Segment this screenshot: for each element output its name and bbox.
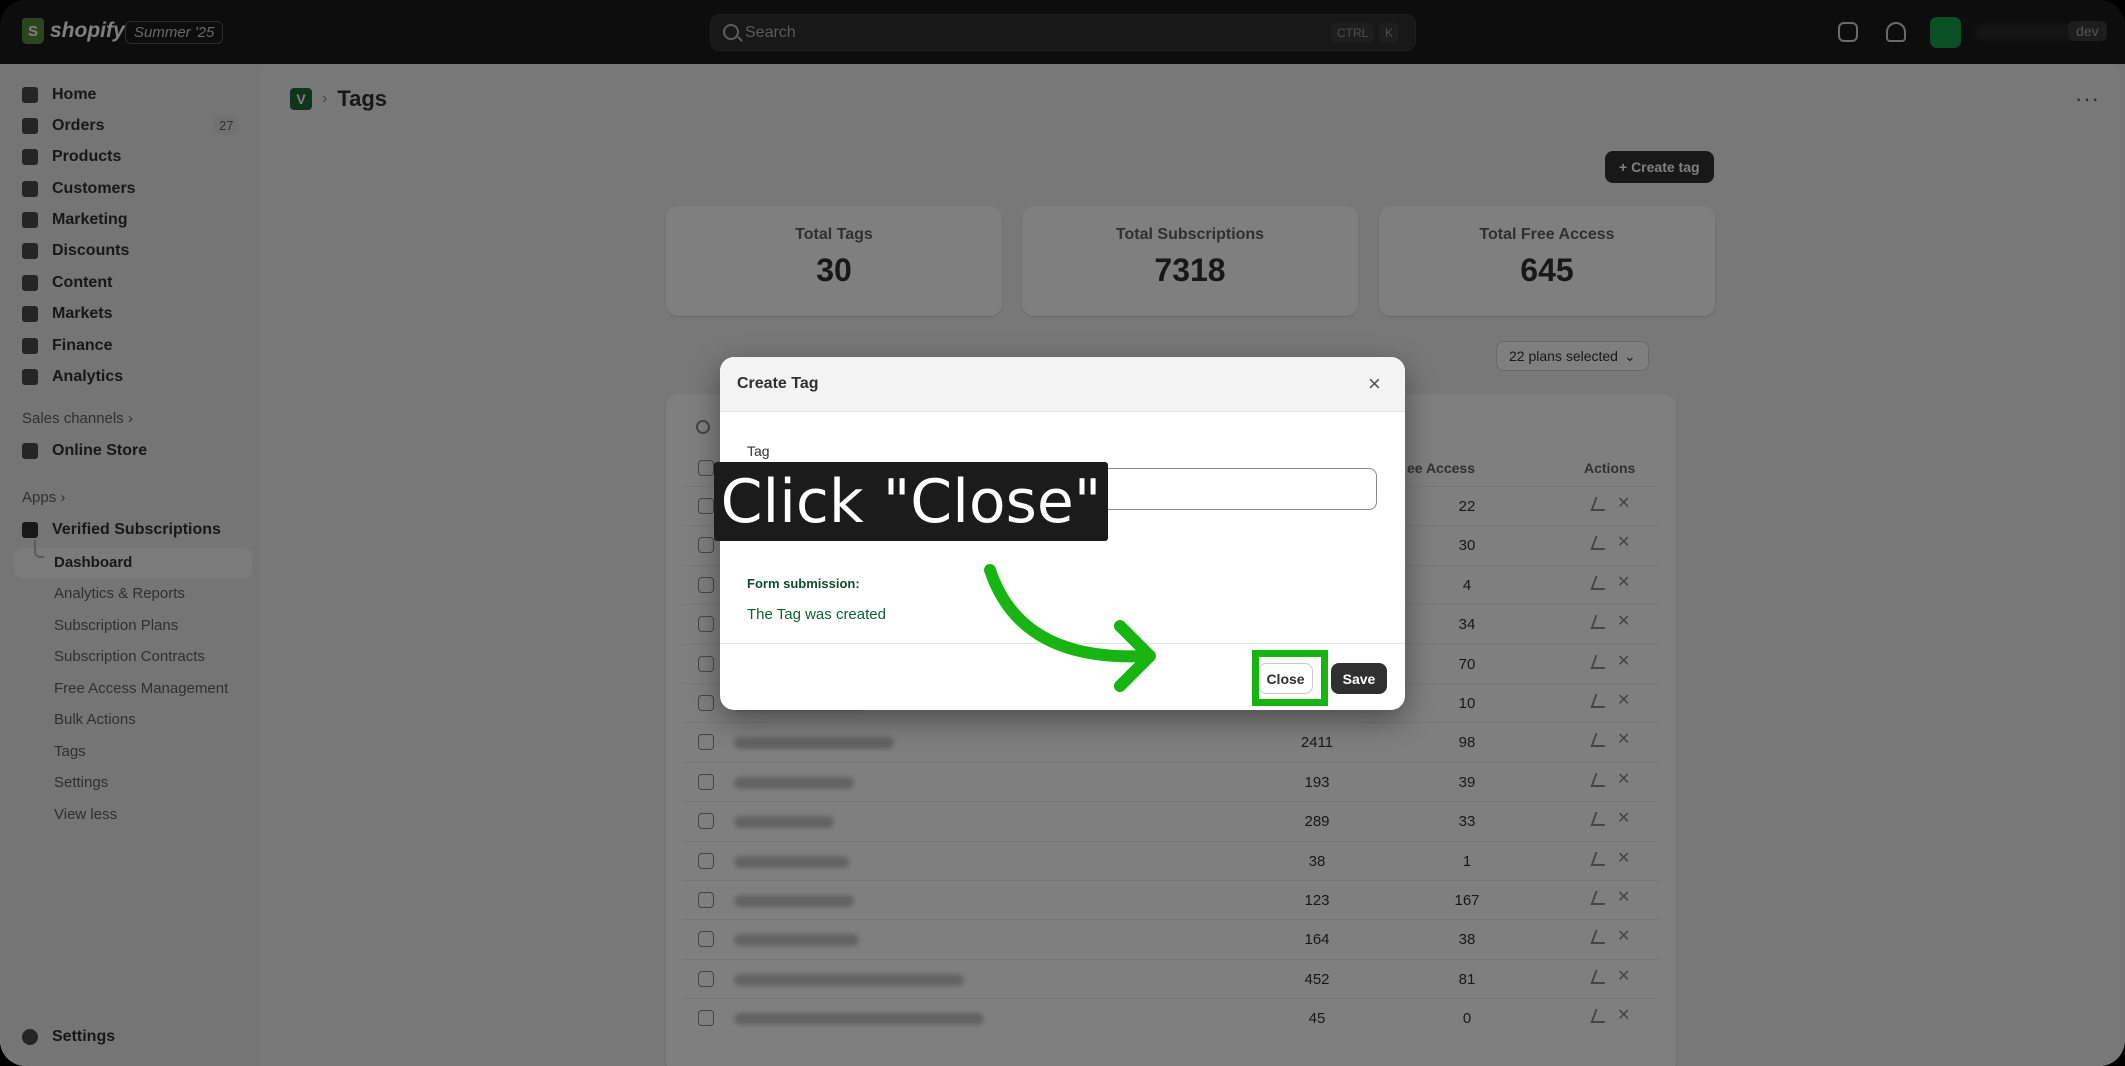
- screen: S shopify Summer '25 Search CTRL K dev H…: [0, 0, 2125, 1066]
- form-submission-message: The Tag was created: [747, 606, 886, 623]
- pointer-arrow-icon: [984, 564, 1156, 692]
- save-button[interactable]: Save: [1331, 663, 1387, 694]
- instruction-callout: Click "Close": [714, 462, 1108, 541]
- close-button-highlight: [1252, 650, 1328, 706]
- modal-title: Create Tag: [737, 375, 819, 392]
- modal-header: Create Tag ×: [720, 357, 1405, 412]
- form-submission-label: Form submission:: [747, 576, 860, 591]
- close-icon[interactable]: ×: [1368, 371, 1381, 397]
- tag-field-label: Tag: [747, 443, 770, 459]
